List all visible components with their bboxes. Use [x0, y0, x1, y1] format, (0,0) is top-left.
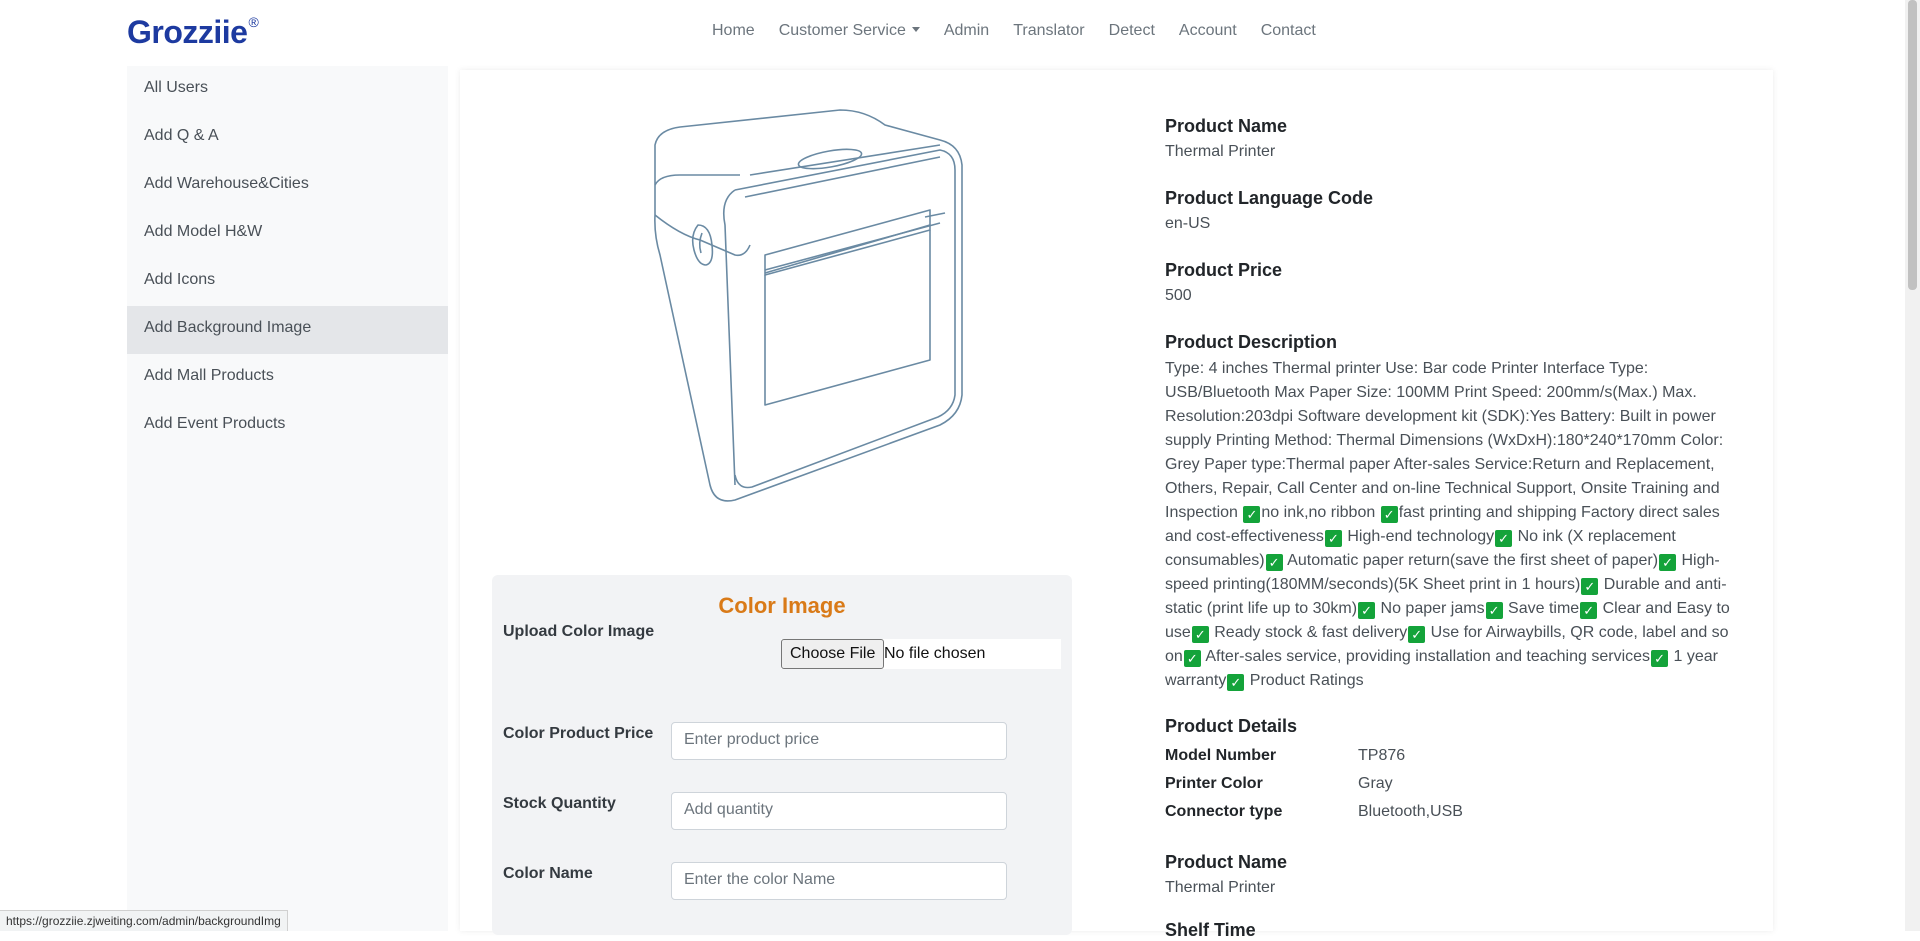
- check-icon: ✓: [1243, 506, 1261, 523]
- color-name-label: Color Name: [503, 865, 593, 882]
- check-icon: ✓: [1380, 506, 1398, 523]
- product-price-value: 500: [1165, 287, 1192, 304]
- nav-customer-service-label: Customer Service: [778, 22, 906, 39]
- check-icon: ✓: [1265, 554, 1283, 571]
- page-scrollbar[interactable]: [1905, 0, 1920, 931]
- registered-mark: ®: [248, 14, 259, 31]
- color-name-input[interactable]: Enter the color Name: [671, 862, 1007, 900]
- product-name-heading-2: Product Name: [1165, 852, 1288, 872]
- sidebar-item-add-event-products[interactable]: Add Event Products: [127, 402, 448, 450]
- sidebar-item-add-background-image[interactable]: Add Background Image: [127, 306, 448, 354]
- link-status-bar: https://grozziie.zjweiting.com/admin/bac…: [0, 910, 288, 931]
- detail-value-connector-type: Bluetooth,USB: [1358, 803, 1463, 820]
- nav-detect[interactable]: Detect: [1109, 22, 1155, 40]
- check-icon: ✓: [1495, 530, 1513, 547]
- product-description-text: Type: 4 inches Thermal printer Use: Bar …: [1165, 357, 1737, 693]
- check-icon: ✓: [1651, 650, 1669, 667]
- chevron-down-icon: [911, 27, 920, 33]
- upload-color-image-label: Upload Color Image: [503, 623, 655, 640]
- sidebar-item-add-warehouse-cities[interactable]: Add Warehouse&Cities: [127, 162, 448, 210]
- nav-translator[interactable]: Translator: [1013, 22, 1084, 40]
- check-icon: ✓: [1485, 602, 1503, 619]
- top-navbar: Grozziie® Home Customer Service Admin Tr…: [0, 0, 1905, 66]
- desc-text: After-sales service, providing installat…: [1201, 648, 1651, 665]
- check-icon: ✓: [1408, 626, 1426, 643]
- desc-text: No paper jams: [1376, 600, 1485, 617]
- desc-text: High-end technology: [1342, 528, 1495, 545]
- check-icon: ✓: [1358, 602, 1376, 619]
- no-file-chosen-text: No file chosen: [884, 645, 986, 662]
- check-icon: ✓: [1183, 650, 1201, 667]
- check-icon: ✓: [1324, 530, 1342, 547]
- nav-customer-service[interactable]: Customer Service: [779, 22, 920, 40]
- product-name-value: Thermal Printer: [1165, 143, 1276, 160]
- desc-text: Product Ratings: [1245, 672, 1364, 689]
- color-price-label: Color Product Price: [503, 725, 654, 742]
- color-image-file-input[interactable]: Choose File No file chosen: [781, 639, 1061, 669]
- product-details-heading: Product Details: [1165, 716, 1298, 736]
- product-name-value-2: Thermal Printer: [1165, 879, 1276, 896]
- sidebar-item-add-mall-products[interactable]: Add Mall Products: [127, 354, 448, 402]
- check-icon: ✓: [1659, 554, 1677, 571]
- detail-value-printer-color: Gray: [1358, 775, 1393, 792]
- sidebar-item-add-icons[interactable]: Add Icons: [127, 258, 448, 306]
- scrollbar-thumb[interactable]: [1908, 0, 1917, 290]
- sidebar-item-all-users[interactable]: All Users: [127, 66, 448, 114]
- nav-account[interactable]: Account: [1179, 22, 1237, 40]
- detail-label-connector-type: Connector type: [1165, 803, 1283, 820]
- detail-label-printer-color: Printer Color: [1165, 775, 1263, 792]
- desc-text: Ready stock & fast delivery: [1209, 624, 1408, 641]
- sidebar-item-add-model-hw[interactable]: Add Model H&W: [127, 210, 448, 258]
- brand-logo[interactable]: Grozziie®: [127, 14, 259, 51]
- product-name-heading: Product Name: [1165, 116, 1288, 136]
- desc-text: Type: 4 inches Thermal printer Use: Bar …: [1165, 360, 1724, 521]
- check-icon: ✓: [1191, 626, 1209, 643]
- product-language-value: en-US: [1165, 215, 1211, 232]
- detail-label-model-number: Model Number: [1165, 747, 1277, 764]
- nav-home[interactable]: Home: [712, 22, 755, 40]
- product-price-heading: Product Price: [1165, 260, 1283, 280]
- product-description-heading: Product Description: [1165, 332, 1338, 352]
- desc-text: Save time: [1503, 600, 1580, 617]
- nav-contact[interactable]: Contact: [1261, 22, 1316, 40]
- desc-text: no ink,no ribbon: [1261, 504, 1380, 521]
- product-language-heading: Product Language Code: [1165, 188, 1374, 208]
- check-icon: ✓: [1227, 674, 1245, 691]
- sidebar-item-add-qa[interactable]: Add Q & A: [127, 114, 448, 162]
- check-icon: ✓: [1580, 602, 1598, 619]
- detail-value-model-number: TP876: [1358, 747, 1406, 764]
- desc-text: Automatic paper return(save the first sh…: [1283, 552, 1659, 569]
- check-icon: ✓: [1581, 578, 1599, 595]
- nav-admin[interactable]: Admin: [944, 22, 989, 40]
- stock-quantity-label: Stock Quantity: [503, 795, 616, 812]
- color-price-input[interactable]: Enter product price: [671, 722, 1007, 760]
- brand-name: Grozziie: [127, 14, 248, 50]
- choose-file-button[interactable]: Choose File: [781, 639, 885, 669]
- color-image-title: Color Image: [718, 593, 846, 618]
- stock-quantity-input[interactable]: Add quantity: [671, 792, 1007, 830]
- product-image: [654, 109, 963, 502]
- color-image-form: Color Image Upload Color Image Choose Fi…: [492, 575, 1072, 935]
- admin-sidebar: All Users Add Q & A Add Warehouse&Cities…: [127, 66, 448, 931]
- main-nav: Home Customer Service Admin Translator D…: [712, 22, 1340, 40]
